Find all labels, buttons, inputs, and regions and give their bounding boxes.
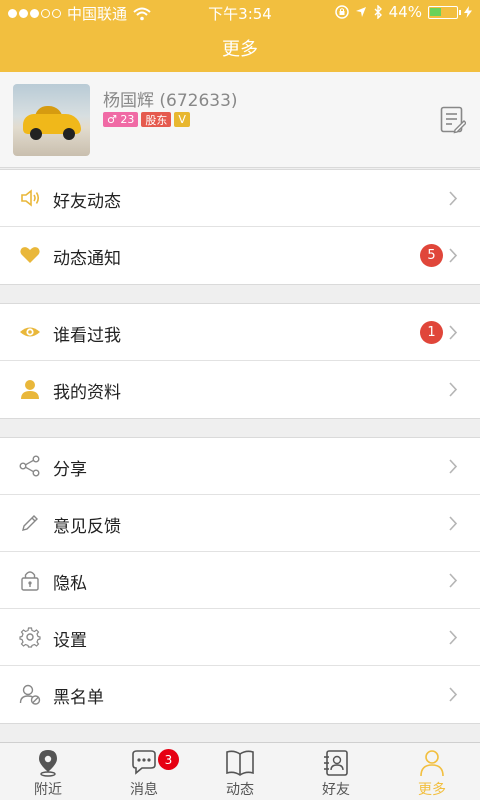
chevron-right-icon <box>449 630 458 645</box>
viewer-count-badge: 1 <box>420 321 443 344</box>
battery-percent: 44% <box>388 3 422 21</box>
nav-bar: 更多 <box>0 24 480 72</box>
menu-group-activity: 好友动态 动态通知 5 <box>0 169 480 285</box>
contacts-icon <box>324 750 348 776</box>
menu-item-settings[interactable]: 设置 <box>0 609 480 666</box>
tab-messages[interactable]: 消息 3 <box>96 743 192 800</box>
menu-item-share[interactable]: 分享 <box>0 438 480 495</box>
rotation-lock-icon <box>334 5 349 19</box>
menu-group-profile: 谁看过我 1 我的资料 <box>0 303 480 419</box>
avatar[interactable] <box>13 84 90 156</box>
tab-label: 附近 <box>34 782 62 798</box>
share-icon <box>19 455 40 477</box>
eye-icon <box>20 327 40 337</box>
battery-level-fill <box>430 7 441 16</box>
role-badge: 股东 <box>141 112 172 127</box>
chat-bubble-icon <box>132 750 156 775</box>
tab-label: 动态 <box>226 782 254 798</box>
location-pin-icon <box>39 750 57 777</box>
chevron-right-icon <box>449 687 458 702</box>
battery-icon <box>428 5 461 19</box>
gear-icon <box>19 627 41 648</box>
charging-bolt-icon <box>464 6 472 18</box>
menu-item-who-viewed-me[interactable]: 谁看过我 1 <box>0 304 480 361</box>
menu-item-friend-feed[interactable]: 好友动态 <box>0 170 480 227</box>
heart-icon <box>20 247 40 263</box>
menu-item-label: 我的资料 <box>53 383 121 403</box>
gender-age-badge: ♂ 23 <box>103 112 139 127</box>
menu-item-my-profile[interactable]: 我的资料 <box>0 361 480 418</box>
menu-item-label: 隐私 <box>53 574 87 594</box>
profile-name: 杨国辉 (672633) <box>103 91 238 111</box>
menu-item-label: 意见反馈 <box>53 517 121 537</box>
menu-item-activity-notifications[interactable]: 动态通知 5 <box>0 227 480 284</box>
book-icon <box>226 750 254 776</box>
status-right: 44% <box>334 3 472 21</box>
menu-item-label: 好友动态 <box>53 192 121 212</box>
tab-nearby[interactable]: 附近 <box>0 743 96 800</box>
menu-item-feedback[interactable]: 意见反馈 <box>0 495 480 552</box>
tab-friends[interactable]: 好友 <box>288 743 384 800</box>
edit-profile-icon[interactable] <box>440 106 466 134</box>
unread-messages-badge: 3 <box>158 749 179 770</box>
chevron-right-icon <box>449 573 458 588</box>
menu-item-label: 谁看过我 <box>53 326 121 346</box>
tab-label: 更多 <box>418 782 446 798</box>
tab-label: 消息 <box>130 782 158 798</box>
location-arrow-icon <box>355 7 366 17</box>
notification-count-badge: 5 <box>420 244 443 267</box>
profile-tags: ♂ 23 股东 V <box>103 112 190 127</box>
menu-item-label: 动态通知 <box>53 249 121 269</box>
tab-more[interactable]: 更多 <box>384 743 480 800</box>
profile-header[interactable]: 杨国辉 (672633) ♂ 23 股东 V <box>0 72 480 168</box>
menu-item-label: 黑名单 <box>53 688 104 708</box>
chevron-right-icon <box>449 325 458 340</box>
person-outline-icon <box>420 750 444 777</box>
blocked-user-icon <box>19 684 41 705</box>
speaker-icon <box>21 189 40 207</box>
chevron-right-icon <box>449 191 458 206</box>
person-icon <box>21 380 39 399</box>
vip-badge: V <box>174 112 190 127</box>
chevron-right-icon <box>449 516 458 531</box>
chevron-right-icon <box>449 459 458 474</box>
menu-item-label: 分享 <box>53 460 87 480</box>
status-bar: 中国联通 下午3:54 44% <box>0 0 480 24</box>
tab-feed[interactable]: 动态 <box>192 743 288 800</box>
page-title: 更多 <box>222 39 258 60</box>
bluetooth-icon <box>374 5 382 19</box>
menu-item-blacklist[interactable]: 黑名单 <box>0 666 480 723</box>
chevron-right-icon <box>449 382 458 397</box>
lock-icon <box>21 571 39 591</box>
pencil-icon <box>22 515 38 531</box>
menu-item-privacy[interactable]: 隐私 <box>0 552 480 609</box>
menu-group-settings: 分享 意见反馈 隐私 设置 黑名单 <box>0 437 480 724</box>
tab-bar: 附近 消息 3 动态 好友 更多 <box>0 742 480 800</box>
menu-item-label: 设置 <box>53 631 87 651</box>
tab-label: 好友 <box>322 782 350 798</box>
chevron-right-icon <box>449 248 458 263</box>
